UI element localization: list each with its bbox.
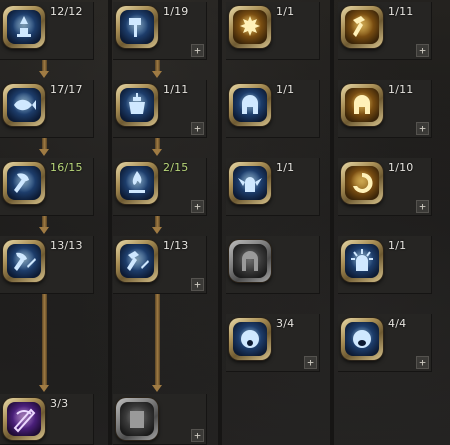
arrow-down-icon: [152, 227, 162, 234]
skill-slot: 1/1: [226, 2, 320, 60]
skill-level-count: 1/1: [276, 5, 295, 18]
axe-strike-icon[interactable]: [3, 162, 45, 204]
skill-slot: 1/11 +: [338, 2, 432, 60]
arrow-down-icon: [39, 385, 49, 392]
skill-slot: 1/1: [338, 236, 432, 294]
hammer-icon[interactable]: [116, 6, 158, 48]
add-point-button[interactable]: +: [191, 429, 204, 442]
add-point-button[interactable]: +: [416, 200, 429, 213]
skill-slot: 1/1: [226, 80, 320, 138]
column-divider: [330, 0, 334, 445]
add-point-button[interactable]: +: [191, 44, 204, 57]
prerequisite-link: [155, 294, 160, 386]
skill-slot: 1/13 +: [113, 236, 207, 294]
skill-slot: [226, 236, 320, 294]
skill-slot: 12/12: [0, 2, 94, 60]
prerequisite-link: [42, 294, 47, 386]
helm-icon[interactable]: [229, 84, 271, 126]
arrow-down-icon: [39, 71, 49, 78]
skill-level-count: 3/3: [50, 397, 69, 410]
winged-helm-icon[interactable]: [229, 162, 271, 204]
skill-level-count: 1/1: [276, 161, 295, 174]
skill-level-count: 1/19: [163, 5, 189, 18]
skill-level-count: 12/12: [50, 5, 83, 18]
roar-face-icon[interactable]: [341, 318, 383, 360]
flame-altar-icon[interactable]: [116, 162, 158, 204]
skill-level-count: 1/1: [276, 83, 295, 96]
golden-swirl-icon[interactable]: [341, 162, 383, 204]
arrow-down-icon: [39, 227, 49, 234]
skill-slot: 1/11 +: [113, 80, 207, 138]
skill-slot: 17/17: [0, 80, 94, 138]
skill-level-count: 4/4: [388, 317, 407, 330]
purple-slash-icon[interactable]: [3, 398, 45, 440]
skill-level-count: 1/13: [163, 239, 189, 252]
skill-slot: 4/4 +: [338, 314, 432, 372]
add-point-button[interactable]: +: [191, 278, 204, 291]
skill-level-count: 1/10: [388, 161, 414, 174]
add-point-button[interactable]: +: [416, 44, 429, 57]
shout-face-icon[interactable]: [229, 318, 271, 360]
radiant-helm-icon[interactable]: [341, 240, 383, 282]
skill-slot: 2/15 +: [113, 158, 207, 216]
locked-helm-icon[interactable]: [229, 240, 271, 282]
skill-level-count: 16/15: [50, 161, 83, 174]
axe-slash-icon[interactable]: [3, 240, 45, 282]
fish-icon[interactable]: [3, 84, 45, 126]
skill-slot: 13/13: [0, 236, 94, 294]
skill-slot: 1/1: [226, 158, 320, 216]
arrow-down-icon: [152, 149, 162, 156]
skill-level-count: 1/11: [388, 83, 414, 96]
pot-icon[interactable]: [116, 84, 158, 126]
skill-level-count: 1/11: [388, 5, 414, 18]
add-point-button[interactable]: +: [191, 122, 204, 135]
skill-level-count: 1/1: [388, 239, 407, 252]
skill-level-count: 3/4: [276, 317, 295, 330]
skill-slot: 1/11 +: [338, 80, 432, 138]
column-divider: [108, 0, 112, 445]
add-point-button[interactable]: +: [416, 356, 429, 369]
skill-slot: 16/15: [0, 158, 94, 216]
pedestal-icon[interactable]: [3, 6, 45, 48]
skill-level-count: 13/13: [50, 239, 83, 252]
skill-level-count: 1/11: [163, 83, 189, 96]
skill-slot: 3/4 +: [226, 314, 320, 372]
burst-helm-icon[interactable]: [229, 6, 271, 48]
skill-slot: 1/19 +: [113, 2, 207, 60]
skill-slot: 1/10 +: [338, 158, 432, 216]
skill-level-count: 17/17: [50, 83, 83, 96]
locked-armor-icon[interactable]: [116, 398, 158, 440]
arrow-down-icon: [39, 149, 49, 156]
column-divider: [218, 0, 222, 445]
add-point-button[interactable]: +: [416, 122, 429, 135]
skill-slot: +: [113, 394, 207, 445]
skill-tree-panel: 12/12 1/19 + 1/1 1/11 + 17/17 1/11 + 1/1…: [0, 0, 450, 445]
add-point-button[interactable]: +: [304, 356, 317, 369]
golden-hammer-icon[interactable]: [341, 6, 383, 48]
golden-helm-icon[interactable]: [341, 84, 383, 126]
skill-level-count: 2/15: [163, 161, 189, 174]
hammer-slash-icon[interactable]: [116, 240, 158, 282]
arrow-down-icon: [152, 71, 162, 78]
add-point-button[interactable]: +: [191, 200, 204, 213]
skill-slot: 3/3: [0, 394, 94, 445]
arrow-down-icon: [152, 385, 162, 392]
